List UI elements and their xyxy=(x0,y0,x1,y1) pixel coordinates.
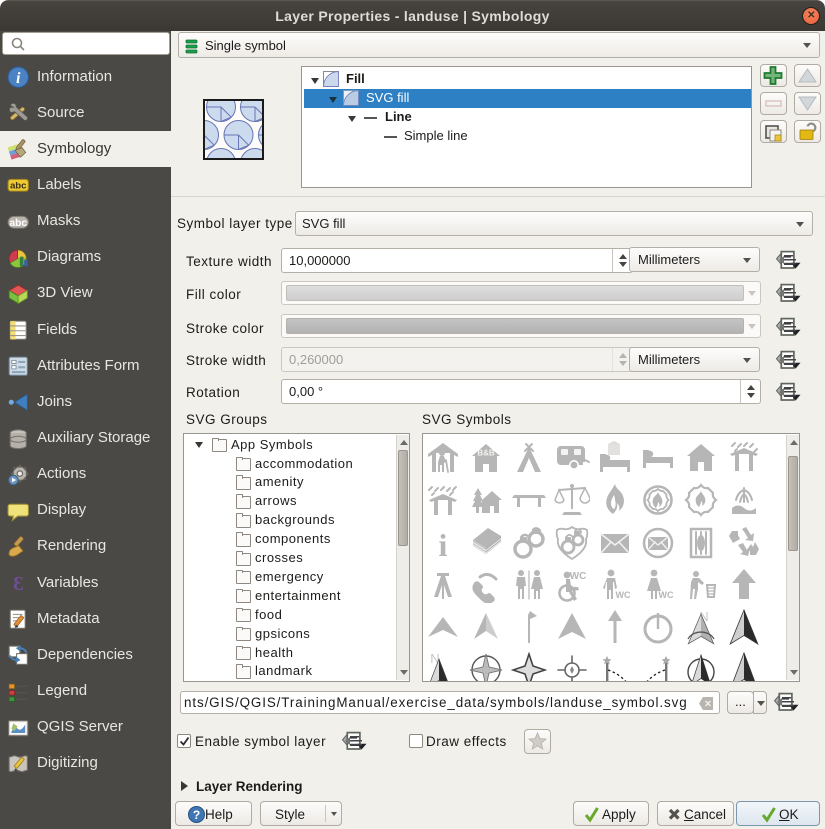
svg-text:i: i xyxy=(16,70,21,87)
svg-text:?: ? xyxy=(193,808,200,822)
svg-text:Ɛ: Ɛ xyxy=(13,573,24,595)
svg-text:abc: abc xyxy=(10,181,27,192)
svg-text:WC: WC xyxy=(659,590,674,600)
svg-text:WC: WC xyxy=(570,571,587,582)
svg-text:B&B: B&B xyxy=(477,449,495,458)
svg-text:i: i xyxy=(439,527,448,561)
svg-text:abc: abc xyxy=(9,217,27,228)
svg-text:WC: WC xyxy=(616,590,631,600)
